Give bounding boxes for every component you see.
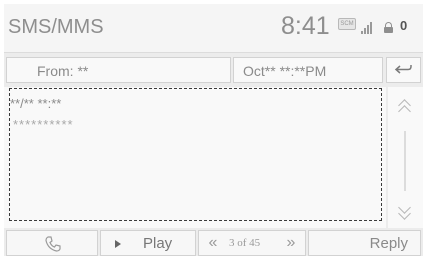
unread-count: 0	[400, 18, 408, 33]
back-arrow-icon	[394, 65, 412, 74]
app-title: SMS/MMS	[8, 16, 104, 38]
next-page-button[interactable]: »	[277, 231, 305, 255]
phone-icon	[45, 236, 61, 252]
from-field: From: **	[6, 57, 231, 83]
call-button[interactable]	[6, 230, 98, 256]
date-label: Oct** **:**PM	[243, 63, 327, 79]
date-field: Oct** **:**PM	[233, 57, 383, 83]
signal-icon	[361, 20, 373, 34]
message-text: **********	[13, 117, 74, 132]
message-sent-time: **/** **:**	[10, 96, 62, 111]
message-badge-icon: SCM	[338, 18, 356, 30]
message-header: From: ** Oct** **:**PM	[4, 54, 423, 86]
scrollbar[interactable]	[388, 87, 423, 228]
play-icon	[115, 240, 121, 248]
lock-icon	[384, 22, 393, 33]
message-focus-outline	[9, 88, 382, 221]
status-bar: SMS/MMS 8:41 SCM 0	[4, 4, 423, 53]
previous-page-button[interactable]: «	[199, 231, 227, 255]
from-label: From: **	[37, 63, 89, 79]
back-button[interactable]	[386, 57, 421, 83]
sms-screen: SMS/MMS 8:41 SCM 0 From: ** Oct** **:**P…	[4, 4, 423, 256]
scroll-track[interactable]	[404, 131, 406, 191]
clock: 8:41	[281, 12, 330, 40]
reply-button[interactable]: Reply	[308, 230, 421, 256]
reply-label: Reply	[369, 235, 408, 252]
page-navigator: « 3 of 45 »	[198, 230, 306, 256]
play-label: Play	[143, 235, 173, 252]
bottom-toolbar: Play « 3 of 45 » Reply	[4, 230, 423, 256]
page-indicator: 3 of 45	[229, 237, 261, 249]
play-button[interactable]: Play	[100, 230, 196, 256]
